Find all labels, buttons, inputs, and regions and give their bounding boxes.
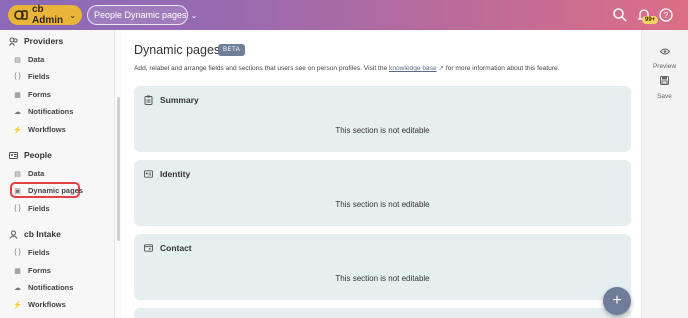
save-button[interactable]: Save — [641, 72, 688, 100]
braces-icon: { } — [14, 205, 21, 212]
sidebar-item-providers-fields[interactable]: { } Fields — [13, 72, 50, 81]
sidebar-item-providers-forms[interactable]: ▦ Forms — [13, 90, 51, 99]
contact-card-icon — [144, 244, 153, 253]
page-title: Dynamic pages — [134, 43, 221, 57]
sidebar-scrollbar[interactable] — [117, 97, 120, 241]
people-card-icon — [9, 151, 18, 160]
braces-icon: { } — [14, 73, 21, 80]
add-section-button[interactable]: + — [603, 287, 631, 315]
page-select-label: People Dynamic pages — [94, 10, 187, 20]
preview-button[interactable]: Preview — [641, 42, 688, 70]
org-switcher-button[interactable]: cb Admin ⌄ — [8, 4, 82, 26]
section-card-identity[interactable]: Identity This section is not editable — [134, 160, 631, 226]
section-card-next[interactable] — [134, 308, 631, 318]
notification-badge: 99+ — [642, 16, 659, 24]
preview-label: Preview — [652, 63, 677, 70]
database-icon: ▤ — [14, 170, 21, 178]
section-card-summary[interactable]: Summary This section is not editable — [134, 86, 631, 152]
page-description: Add, relabel and arrange fields and sect… — [134, 64, 560, 72]
sidebar-item-label: Data — [28, 169, 45, 178]
org-logo-icon — [14, 9, 28, 21]
sidebar-item-people-fields[interactable]: { } Fields — [13, 204, 50, 213]
form-icon: ▦ — [14, 267, 21, 275]
sidebar-section-people[interactable]: People — [9, 150, 52, 160]
section-card-contact[interactable]: Contact This section is not editable — [134, 234, 631, 300]
sidebar-item-people-dynamic-pages[interactable]: ▣ Dynamic pages — [13, 186, 83, 195]
sidebar-item-providers-data[interactable]: ▤ Data — [13, 55, 44, 64]
section-title: Identity — [160, 169, 191, 179]
intake-icon — [9, 230, 18, 239]
sidebar-item-label: Workflows — [28, 300, 66, 309]
cloud-icon: ☁ — [14, 108, 21, 116]
beta-badge: BETA — [218, 44, 246, 56]
section-body: This section is not editable — [335, 126, 430, 135]
sidebar-item-label: Fields — [28, 248, 50, 257]
sidebar-item-label: Notifications — [28, 107, 74, 116]
sidebar-section-title: Providers — [24, 36, 64, 46]
sidebar-item-label: Dynamic pages — [28, 186, 84, 195]
section-title: Contact — [160, 243, 192, 253]
sidebar-item-intake-notifications[interactable]: ☁ Notifications — [13, 283, 73, 292]
section-title: Summary — [160, 95, 199, 105]
workflow-icon: ⚡ — [13, 301, 22, 309]
sidebar-item-label: Fields — [28, 204, 50, 213]
save-label: Save — [657, 93, 672, 100]
floppy-disk-icon — [660, 72, 669, 90]
svg-text:?: ? — [664, 11, 669, 20]
sidebar-item-intake-forms[interactable]: ▦ Forms — [13, 266, 51, 275]
section-body: This section is not editable — [335, 200, 430, 209]
eye-icon — [659, 42, 670, 60]
sidebar-item-providers-notifications[interactable]: ☁ Notifications — [13, 107, 73, 116]
sidebar-item-intake-fields[interactable]: { } Fields — [13, 248, 50, 257]
top-bar: cb Admin ⌄ People Dynamic pages ⌄ 99+ ? — [0, 0, 688, 30]
page-icon: ▣ — [14, 187, 21, 195]
sidebar-item-label: Forms — [28, 90, 51, 99]
chevron-down-icon: ⌄ — [190, 10, 198, 20]
search-icon[interactable] — [612, 7, 628, 23]
chevron-down-icon: ⌄ — [69, 10, 76, 20]
section-header: Summary — [144, 95, 199, 105]
workflow-icon: ⚡ — [13, 126, 22, 134]
form-icon: ▦ — [14, 91, 21, 99]
sidebar-item-providers-workflows[interactable]: ⚡ Workflows — [13, 125, 66, 134]
sidebar-item-label: Notifications — [28, 283, 74, 292]
description-text: for more information about this feature. — [445, 65, 560, 72]
sidebar-section-providers[interactable]: Providers — [9, 36, 63, 46]
sidebar-item-label: Forms — [28, 266, 51, 275]
external-link-icon: ↗ — [438, 65, 445, 72]
help-icon[interactable]: ? — [658, 7, 674, 23]
page-select-button[interactable]: People Dynamic pages ⌄ — [87, 5, 197, 25]
id-card-icon — [144, 170, 153, 179]
sidebar-section-title: cb Intake — [24, 229, 61, 239]
cloud-icon: ☁ — [14, 284, 21, 292]
section-header: Identity — [144, 169, 190, 179]
org-label: cb Admin — [32, 4, 64, 26]
sidebar-section-title: People — [24, 150, 52, 160]
database-icon: ▤ — [14, 56, 21, 64]
section-body: This section is not editable — [335, 274, 430, 283]
knowledge-base-link[interactable]: knowledge base — [389, 65, 437, 72]
braces-icon: { } — [14, 249, 21, 256]
providers-icon — [9, 37, 18, 46]
sidebar-item-people-data[interactable]: ▤ Data — [13, 169, 44, 178]
sidebar-item-intake-workflows[interactable]: ⚡ Workflows — [13, 300, 66, 309]
clipboard-icon — [144, 95, 153, 105]
section-header: Contact — [144, 243, 192, 253]
sidebar-item-label: Data — [28, 55, 45, 64]
sidebar-item-label: Workflows — [28, 125, 66, 134]
sidebar-section-intake[interactable]: cb Intake — [9, 229, 61, 239]
sidebar-item-label: Fields — [28, 72, 50, 81]
description-text: Add, relabel and arrange fields and sect… — [134, 65, 388, 72]
